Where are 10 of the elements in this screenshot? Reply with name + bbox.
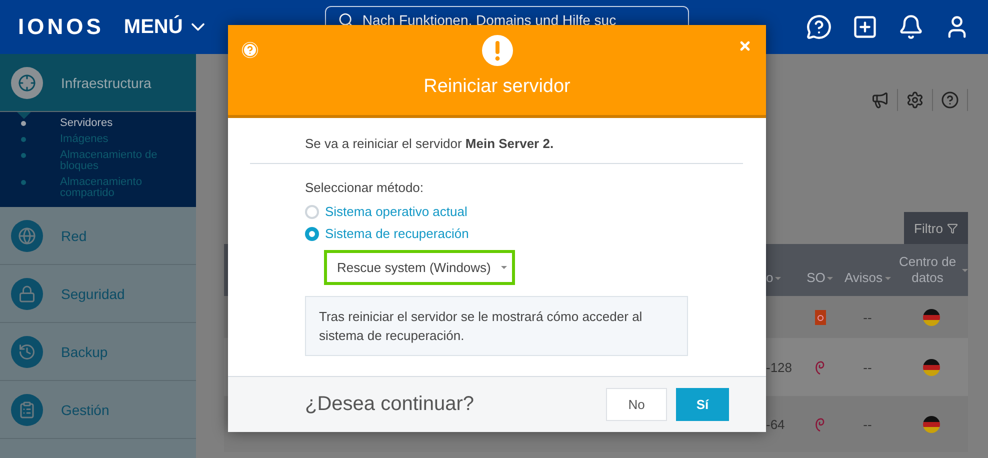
table-cell: -- bbox=[863, 310, 872, 324]
table-cell: -- bbox=[863, 416, 872, 432]
method-label: Seleccionar método: bbox=[305, 180, 425, 195]
info-text: Tras reiniciar el servidor se le mostrará cómo acceder al sistema de recuperación. bbox=[305, 296, 688, 356]
dialog-title: Reiniciar servidor bbox=[424, 76, 570, 98]
table-cell: -- bbox=[863, 360, 872, 374]
message-text: Se va a reiniciar el servidor Mein Server 2. bbox=[305, 136, 555, 151]
confirm-question: ¿Desea continuar? bbox=[305, 393, 474, 416]
table-cell: -128 bbox=[766, 360, 792, 374]
table-cell: -64 bbox=[766, 416, 785, 432]
